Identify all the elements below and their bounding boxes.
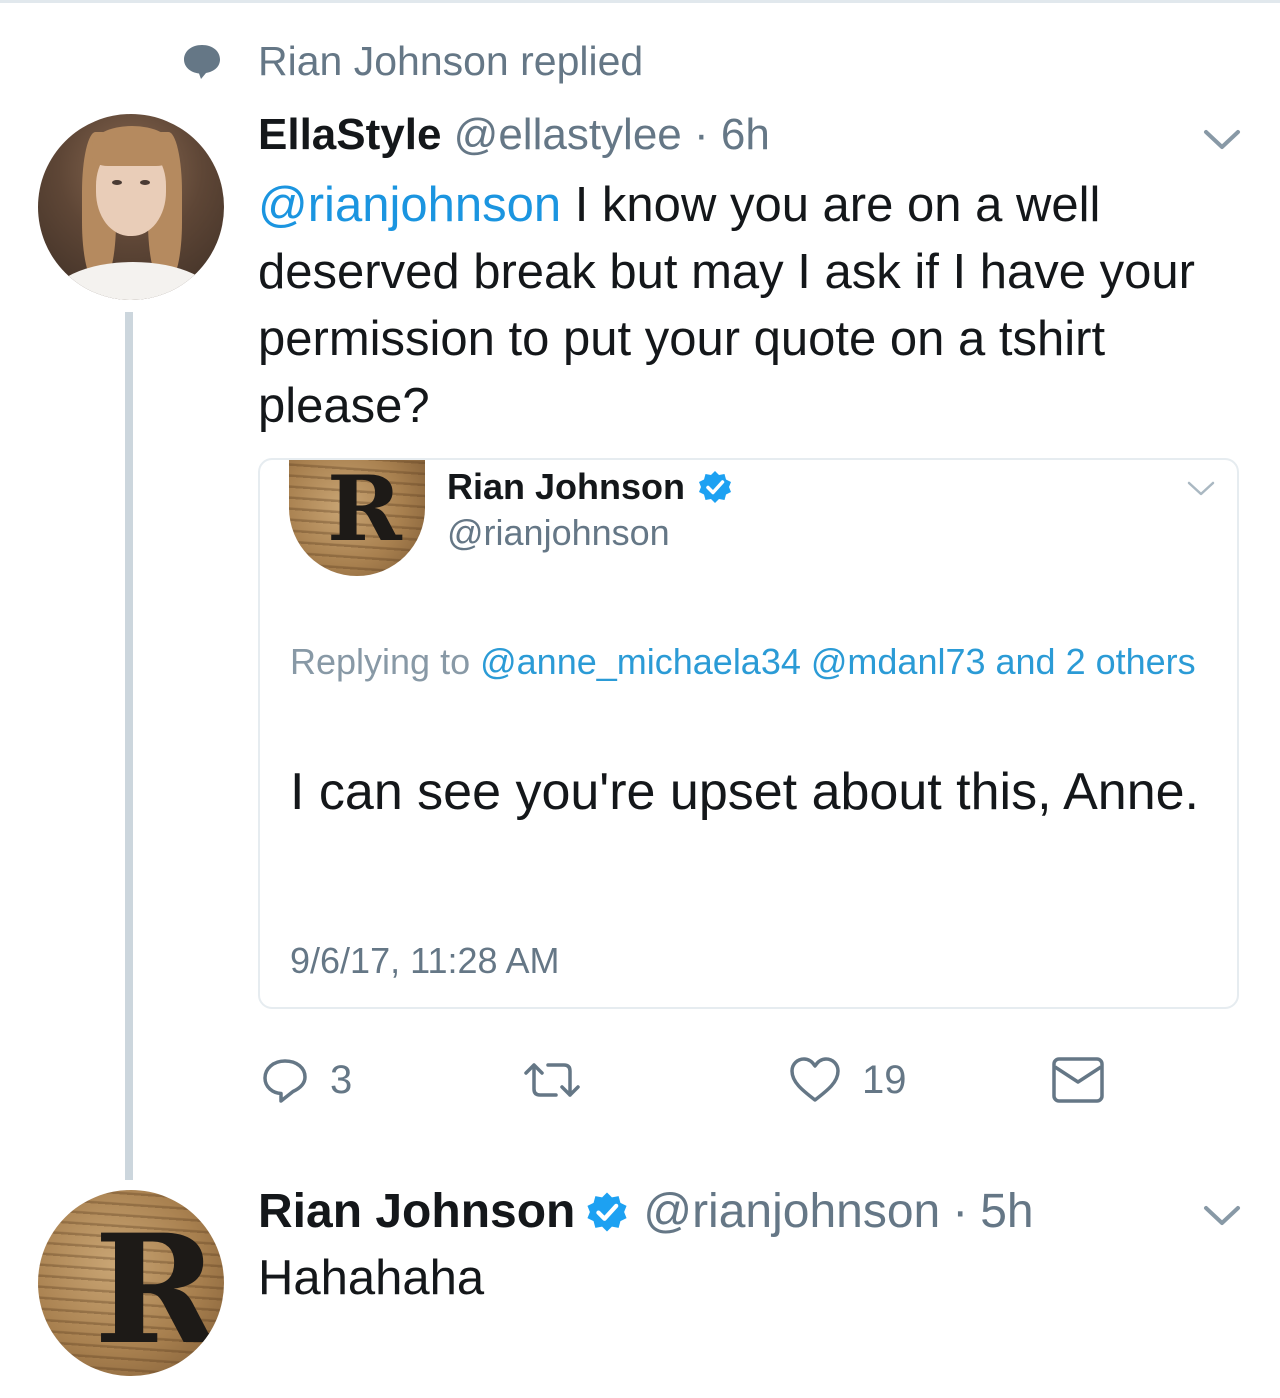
like-button[interactable]: 19 <box>788 1052 907 1108</box>
reply-button[interactable]: 3 <box>260 1052 352 1108</box>
chevron-down-icon[interactable] <box>1202 128 1242 152</box>
quoted-replying-to: Replying to @anne_michaela34 @mdanl73 an… <box>290 634 1210 689</box>
rianjohnson-avatar[interactable]: R <box>38 1190 224 1376</box>
tweet2-separator: · <box>952 1185 969 1238</box>
thread-connector-line <box>125 312 133 1180</box>
speech-bubble-icon <box>184 45 220 79</box>
tweet2-header: Rian Johnson @rianjohnson · 5h <box>258 1184 1034 1239</box>
quoted-replying-users: @anne_michaela34 @mdanl73 and 2 others <box>480 641 1196 682</box>
ellastyle-avatar[interactable] <box>38 114 224 300</box>
quoted-text: I can see you're upset about this, Anne. <box>290 763 1199 821</box>
tweet2-time[interactable]: 5h <box>980 1184 1033 1239</box>
tweet1-separator: · <box>694 110 709 159</box>
rianjohnson-avatar-letter: R <box>94 1202 219 1376</box>
chevron-down-icon[interactable] <box>1202 1204 1242 1228</box>
tweet1-mention-link[interactable]: @rianjohnson <box>258 178 561 232</box>
chevron-down-icon <box>1187 481 1215 496</box>
quoted-author-handle: @rianjohnson <box>447 512 670 553</box>
reply-icon <box>263 1059 307 1103</box>
direct-message-button[interactable] <box>1050 1052 1106 1108</box>
verified-badge-icon <box>699 471 732 503</box>
quoted-author-name-text: Rian Johnson <box>447 466 686 507</box>
quoted-replying-prefix: Replying to <box>290 641 481 682</box>
tweet1-text: @rianjohnson I know you are on a well de… <box>258 172 1248 440</box>
reply-context-label: Rian Johnson replied <box>258 37 644 84</box>
like-count: 19 <box>862 1057 907 1102</box>
quoted-timestamp: 9/6/17, 11:28 AM <box>290 940 560 981</box>
tweet1-author-handle[interactable]: @ellastylee <box>454 110 682 159</box>
tweet2-text: Hahahaha <box>258 1251 485 1305</box>
mail-icon <box>1052 1057 1104 1103</box>
quoted-author-name: Rian Johnson <box>447 466 733 508</box>
quoted-avatar-letter: R <box>327 460 402 562</box>
reply-count: 3 <box>330 1057 353 1102</box>
retweet-button[interactable] <box>520 1052 584 1108</box>
verified-badge-icon <box>587 1191 627 1232</box>
tweet1-author-name[interactable]: EllaStyle <box>258 110 441 159</box>
quoted-avatar: R <box>289 460 425 576</box>
retweet-icon <box>524 1063 580 1097</box>
tweet2-author-name[interactable]: Rian Johnson <box>258 1184 575 1239</box>
tweet2-author-handle[interactable]: @rianjohnson <box>643 1184 940 1239</box>
heart-icon <box>790 1057 840 1102</box>
top-divider <box>0 0 1280 3</box>
attached-screenshot[interactable]: R Rian Johnson @rianjohnson Replying to … <box>258 458 1239 1009</box>
reply-context: Rian Johnson replied <box>182 38 643 84</box>
tweet1-time[interactable]: 6h <box>721 110 770 159</box>
tweet1-header: EllaStyle @ellastylee · 6h <box>258 110 770 160</box>
